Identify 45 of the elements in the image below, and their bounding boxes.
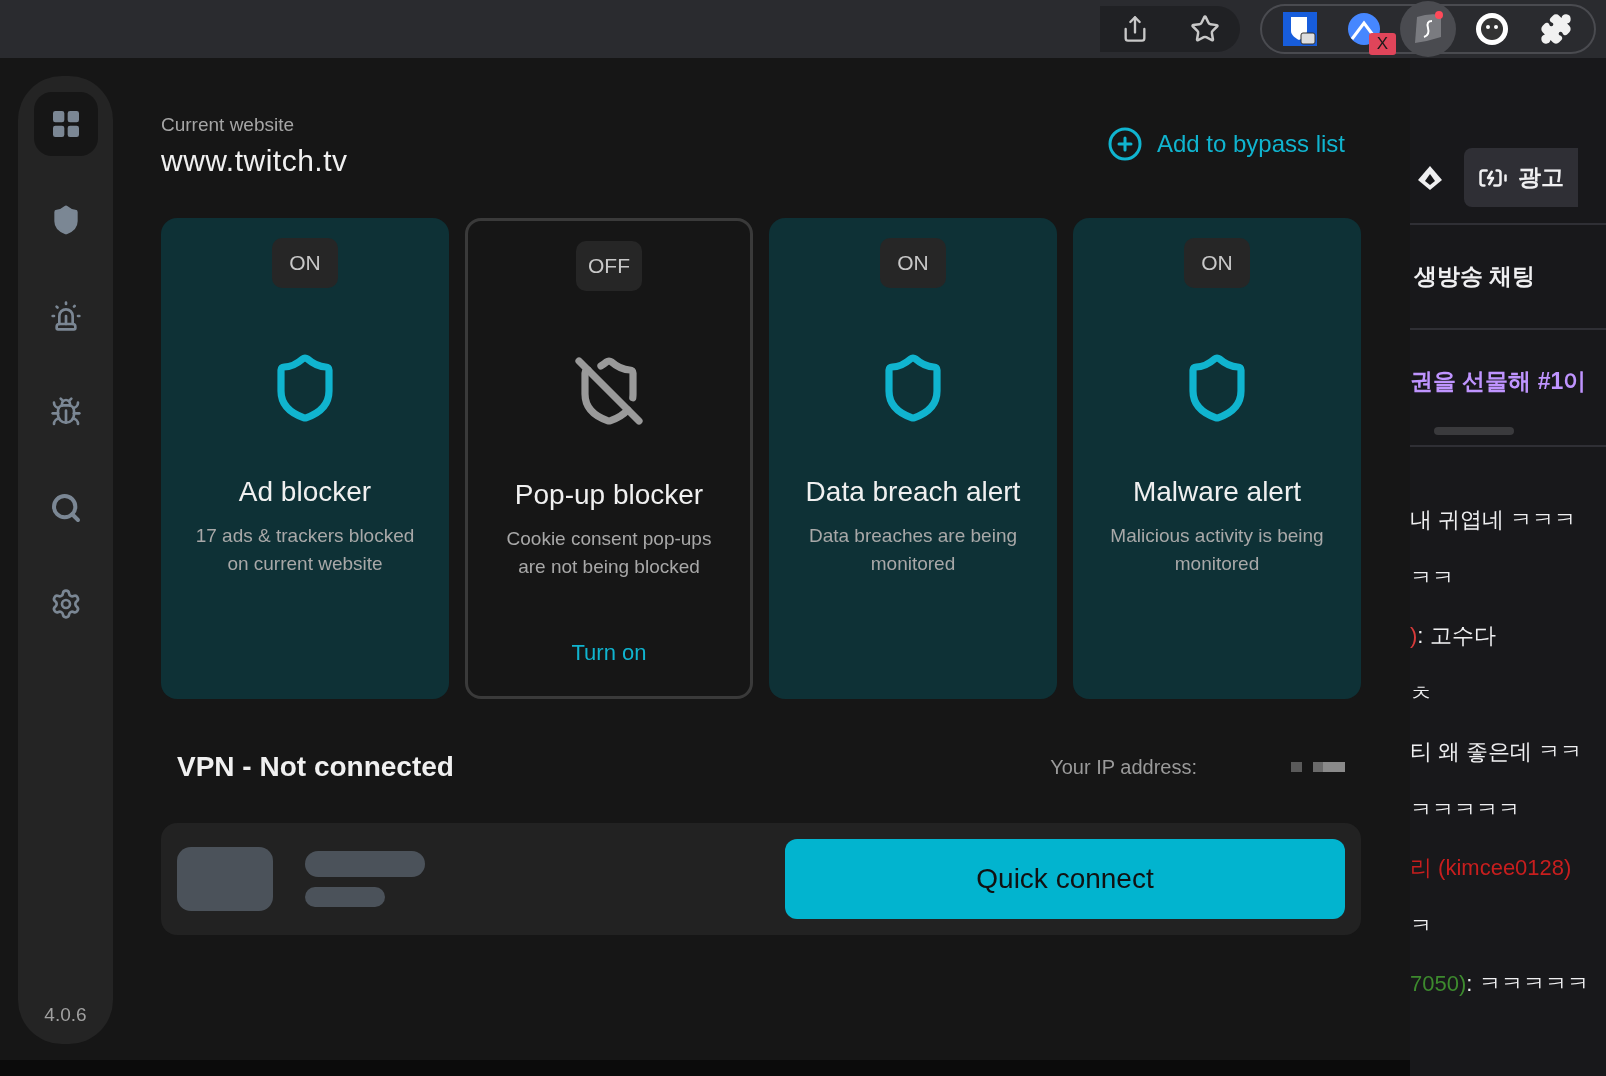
version-label: 4.0.6 bbox=[44, 1004, 87, 1026]
siren-icon bbox=[49, 300, 82, 332]
ip-address-label: Your IP address: bbox=[1050, 755, 1197, 779]
current-website-label: Current website bbox=[161, 114, 296, 136]
ad-free-button[interactable]: 광고 bbox=[1464, 148, 1578, 207]
sidebar-item[interactable] bbox=[33, 92, 98, 156]
status-label: ON bbox=[880, 238, 946, 288]
ghost-icon bbox=[1475, 12, 1509, 46]
chat-message: ㅋㅋ bbox=[1410, 564, 1455, 592]
extension-badge: X bbox=[1368, 33, 1396, 55]
status-label: ON bbox=[1184, 238, 1250, 288]
chat-message: ㅋㅋㅋㅋㅋ bbox=[1410, 796, 1521, 824]
feature-title: Pop-up blocker bbox=[514, 479, 704, 511]
website-name: www.twitch.tv bbox=[161, 144, 348, 178]
chat-message: 내 귀엽네 ㅋㅋㅋ bbox=[1410, 506, 1578, 534]
bug-icon bbox=[49, 396, 82, 428]
feature-title: Ad blocker bbox=[238, 476, 372, 508]
chat-message: ㅊ bbox=[1410, 680, 1433, 708]
feature-description: Data breaches are being monitored bbox=[807, 524, 1019, 576]
chat-message: 티 왜 좋은데 ㅋㅋ bbox=[1410, 738, 1584, 766]
lock-shield-icon bbox=[1283, 12, 1317, 46]
turn-on-link[interactable]: Turn on bbox=[571, 640, 647, 666]
feature-title: Data breach alert bbox=[805, 476, 1021, 508]
drag-handle[interactable] bbox=[1434, 427, 1514, 435]
feature-description: Cookie consent pop-ups are not being blocked bbox=[505, 527, 713, 579]
search-icon bbox=[49, 492, 82, 524]
quick-connect-button[interactable]: Quick connect bbox=[785, 839, 1345, 919]
chat-message: 리 (kimcee0128) bbox=[1410, 854, 1573, 882]
feature-title: Malware alert bbox=[1132, 476, 1302, 508]
feature-description: Malicious activity is being monitored bbox=[1109, 524, 1325, 576]
chat-message: ): 고수다 bbox=[1410, 622, 1497, 650]
gift-banner-text: 권을 선물해 #1이 bbox=[1410, 367, 1588, 396]
chat-message: ㅋ bbox=[1410, 912, 1433, 940]
star-icon[interactable] bbox=[1189, 14, 1220, 44]
add-icon bbox=[1106, 126, 1143, 162]
chat-message: 7050): ㅋㅋㅋㅋㅋ bbox=[1410, 970, 1590, 998]
shield-off-icon bbox=[573, 355, 645, 427]
chat-title: 생방송 채팅 bbox=[1410, 225, 1606, 330]
add-bypass-link[interactable]: Add to bypass list bbox=[1106, 126, 1345, 162]
vpn-status-title: VPN - Not connected bbox=[177, 751, 454, 783]
status-label: OFF bbox=[576, 241, 642, 291]
status-label: ON bbox=[272, 238, 338, 288]
puzzle-icon bbox=[1540, 13, 1572, 45]
hidden-ip-placeholder bbox=[1291, 762, 1345, 772]
feature-description: 17 ads & trackers blocked on current website bbox=[194, 524, 416, 576]
